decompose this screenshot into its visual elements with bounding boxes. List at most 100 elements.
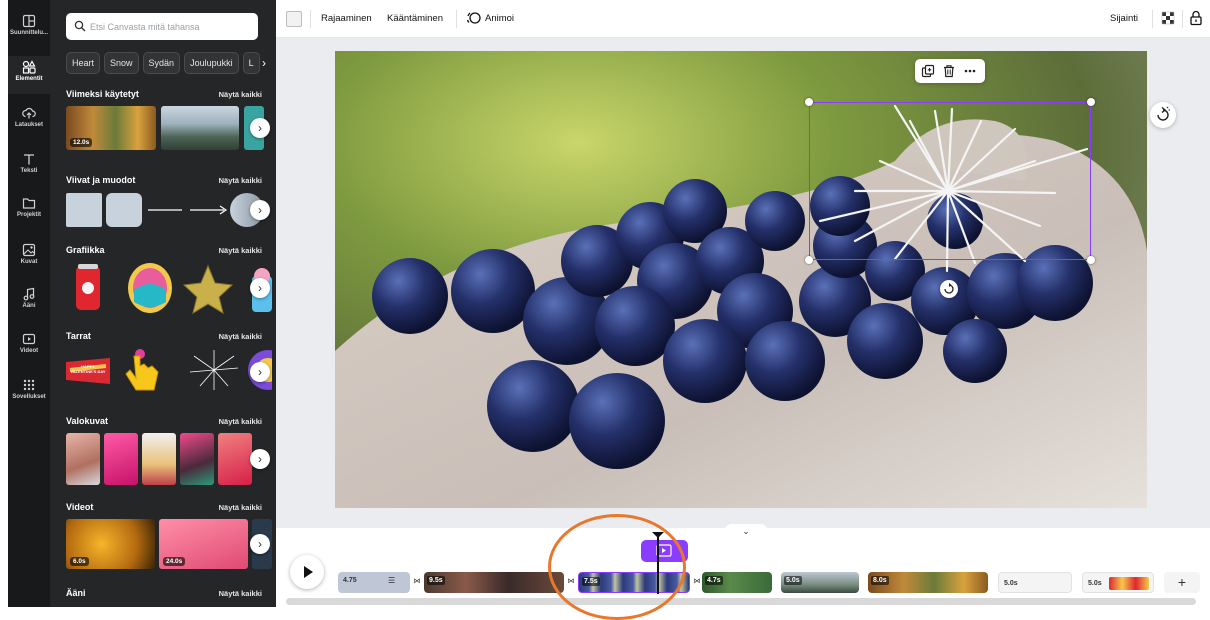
trash-icon[interactable] — [942, 64, 956, 78]
rail-item-text[interactable]: Teksti — [8, 152, 50, 174]
timeline: 4.75 ☰ ⋈ 9.5s ⋈ 7.5s ⋈ 4.7s 5.0s 8.0s 5.… — [276, 532, 1210, 607]
shape-rounded-square[interactable] — [106, 193, 142, 227]
search-input[interactable] — [90, 18, 250, 35]
transparency-icon[interactable] — [1160, 10, 1176, 26]
see-all-recent[interactable]: Näytä kaikki — [219, 90, 262, 99]
rail-label: Ääni — [22, 303, 36, 309]
see-all-graphics[interactable]: Näytä kaikki — [219, 246, 262, 255]
search-icon — [74, 20, 86, 32]
valentine-sticker[interactable]: HAPPY VALENTINE'S DAY — [66, 350, 110, 390]
recent-thumb-forest[interactable]: 12.0s — [66, 106, 156, 150]
top-toolbar: Rajaaminen Kääntäminen Animoi Sijainti — [276, 0, 1210, 38]
timeline-clip[interactable]: 8.0s — [868, 572, 988, 593]
toolbar-divider — [456, 10, 457, 28]
resize-handle[interactable] — [1087, 256, 1095, 264]
video-thumb[interactable]: 6.0s — [66, 519, 155, 569]
line-shapes[interactable] — [146, 200, 230, 220]
see-all-stickers[interactable]: Näytä kaikki — [219, 332, 262, 341]
photo-thumb[interactable] — [218, 433, 252, 485]
more-options-icon[interactable] — [963, 64, 977, 78]
rail-label: Lataukset — [14, 122, 43, 128]
section-title-lines: Viivat ja muodot — [66, 175, 136, 185]
star-graphic — [182, 264, 234, 314]
see-all-lines[interactable]: Näytä kaikki — [219, 176, 262, 185]
rail-label: Teksti — [20, 168, 38, 174]
transition-icon[interactable]: ⋈ — [412, 577, 422, 587]
resize-handle[interactable] — [1087, 98, 1095, 106]
layout-icon — [22, 14, 36, 28]
lock-icon[interactable] — [1188, 10, 1204, 26]
thumb-duration: 6.0s — [70, 557, 89, 566]
chip-snow[interactable]: Snow — [104, 52, 139, 74]
search-box[interactable] — [66, 13, 258, 40]
rail-item-design[interactable]: Suunnittelu... — [8, 14, 50, 36]
resize-handle[interactable] — [805, 256, 813, 264]
rail-label: Elementit — [15, 76, 43, 82]
timeline-clip[interactable]: 4.75 ☰ — [338, 572, 410, 593]
timeline-collapse-tab[interactable]: ⌄ — [724, 524, 768, 540]
clip-duration: 4.7s — [705, 576, 723, 585]
photo-thumb[interactable] — [104, 433, 138, 485]
graphics-row[interactable] — [66, 262, 276, 314]
rotate-icon[interactable] — [940, 280, 958, 298]
clip-duration: 5.0s — [1004, 580, 1018, 587]
recent-row: 12.0s — [66, 106, 264, 150]
transition-icon[interactable]: ⋈ — [692, 577, 702, 587]
rail-item-elements[interactable]: Elementit — [8, 56, 50, 94]
animate-icon — [466, 12, 481, 24]
recent-thumb-mountains[interactable] — [161, 106, 239, 150]
next-arrow-icon[interactable]: › — [250, 534, 270, 554]
shape-square[interactable] — [66, 193, 102, 227]
play-button[interactable] — [290, 555, 324, 589]
selection-box[interactable] — [805, 98, 1095, 264]
timeline-clip[interactable]: 5.0s — [998, 572, 1072, 593]
see-all-photos[interactable]: Näytä kaikki — [219, 417, 262, 426]
rail-label: Videot — [19, 348, 39, 354]
photo-thumb[interactable] — [66, 433, 100, 485]
timeline-clip[interactable]: 9.5s — [424, 572, 564, 593]
duplicate-icon[interactable] — [921, 64, 935, 78]
rail-item-apps[interactable]: Sovellukset — [8, 378, 50, 400]
next-arrow-icon[interactable]: › — [250, 200, 270, 220]
flip-button[interactable]: Kääntäminen — [387, 13, 443, 24]
chevron-right-icon[interactable]: › — [254, 52, 274, 74]
section-title-audio: Ääni — [66, 588, 86, 598]
text-icon — [24, 154, 34, 165]
sticker-preview — [1109, 577, 1149, 590]
photo-thumb[interactable] — [180, 433, 214, 485]
see-all-audio[interactable]: Näytä kaikki — [219, 589, 262, 598]
photo-thumb[interactable] — [142, 433, 176, 485]
photos-row — [66, 433, 252, 485]
toolbar-divider — [1152, 10, 1153, 28]
chip-heart[interactable]: Heart — [66, 52, 101, 74]
position-button[interactable]: Sijainti — [1110, 13, 1138, 24]
timeline-clip[interactable]: 5.0s — [781, 572, 859, 593]
next-arrow-icon[interactable]: › — [250, 278, 270, 298]
video-thumb[interactable]: 24.0s — [159, 519, 248, 569]
suggestion-chips: Heart Snow Sydän Joulupukki L — [66, 52, 260, 74]
timeline-clip[interactable]: 5.0s — [1082, 572, 1154, 593]
color-swatch[interactable] — [286, 11, 302, 27]
rail-item-uploads[interactable]: Lataukset — [8, 106, 50, 128]
timeline-clip[interactable]: 4.7s — [702, 572, 772, 593]
animate-button[interactable]: Animoi — [485, 13, 514, 24]
rail-item-audio[interactable]: Ääni — [8, 287, 50, 309]
see-all-videos[interactable]: Näytä kaikki — [219, 503, 262, 512]
section-title-recent: Viimeksi käytetyt — [66, 89, 139, 99]
rail-item-projects[interactable]: Projektit — [8, 196, 50, 218]
rail-item-photos[interactable]: Kuvat — [8, 243, 50, 265]
rail-item-videos[interactable]: Videot — [8, 332, 50, 354]
videos-row: 6.0s 24.0s — [66, 519, 272, 569]
next-arrow-icon[interactable]: › — [250, 362, 270, 382]
next-arrow-icon[interactable]: › — [250, 118, 270, 138]
clip-duration: 5.0s — [1088, 580, 1102, 587]
chip-sydan[interactable]: Sydän — [142, 52, 181, 74]
next-arrow-icon[interactable]: › — [250, 449, 270, 469]
crop-button[interactable]: Rajaaminen — [321, 13, 372, 24]
resize-handle[interactable] — [805, 98, 813, 106]
horizontal-scrollbar[interactable] — [286, 598, 1196, 605]
clip-duration: 4.75 — [343, 577, 357, 584]
add-page-button[interactable]: + — [1164, 572, 1200, 593]
chip-joulupukki[interactable]: Joulupukki — [184, 52, 239, 74]
regenerate-icon[interactable] — [1150, 102, 1176, 128]
